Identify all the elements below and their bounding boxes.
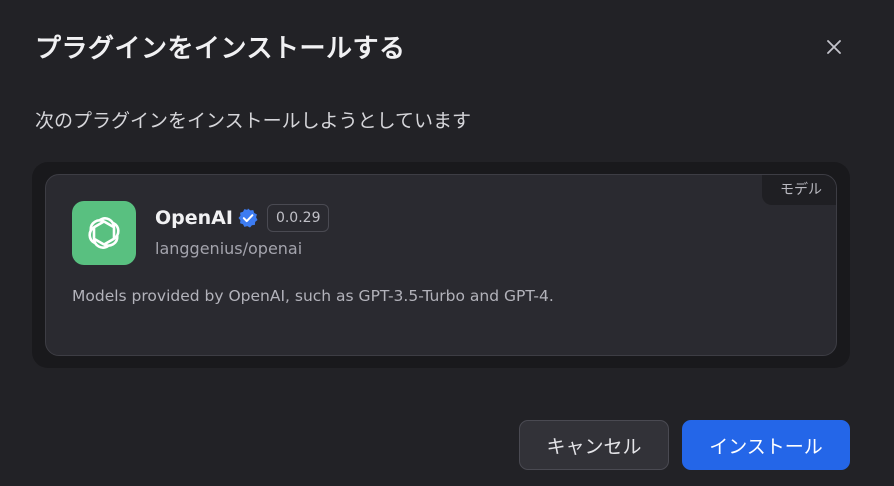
dialog-subtitle: 次のプラグインをインストールしようとしています [35, 110, 472, 132]
version-badge: 0.0.29 [266, 204, 330, 232]
plugin-logo [72, 201, 136, 265]
install-plugin-dialog: プラグインをインストールする 次のプラグインをインストールしようとしています モ… [0, 0, 894, 486]
verified-badge-icon [237, 207, 259, 229]
plugin-identifier: langgenius/openai [155, 239, 302, 258]
close-button[interactable] [820, 33, 848, 61]
plugin-name-row: OpenAI 0.0.29 [155, 203, 330, 233]
close-icon [827, 40, 841, 54]
plugin-name: OpenAI [155, 207, 233, 229]
cancel-button[interactable]: キャンセル [519, 420, 669, 470]
category-badge: モデル [762, 175, 836, 205]
plugin-card: モデル OpenAI 0.0.29 langgenius/openai Mode… [45, 174, 837, 356]
org-name: langgenius [155, 239, 243, 258]
install-button[interactable]: インストール [682, 420, 850, 470]
dialog-title: プラグインをインストールする [35, 34, 406, 64]
package-name: openai [248, 239, 303, 258]
openai-logo-icon [88, 217, 120, 249]
plugin-description: Models provided by OpenAI, such as GPT-3… [72, 287, 554, 305]
